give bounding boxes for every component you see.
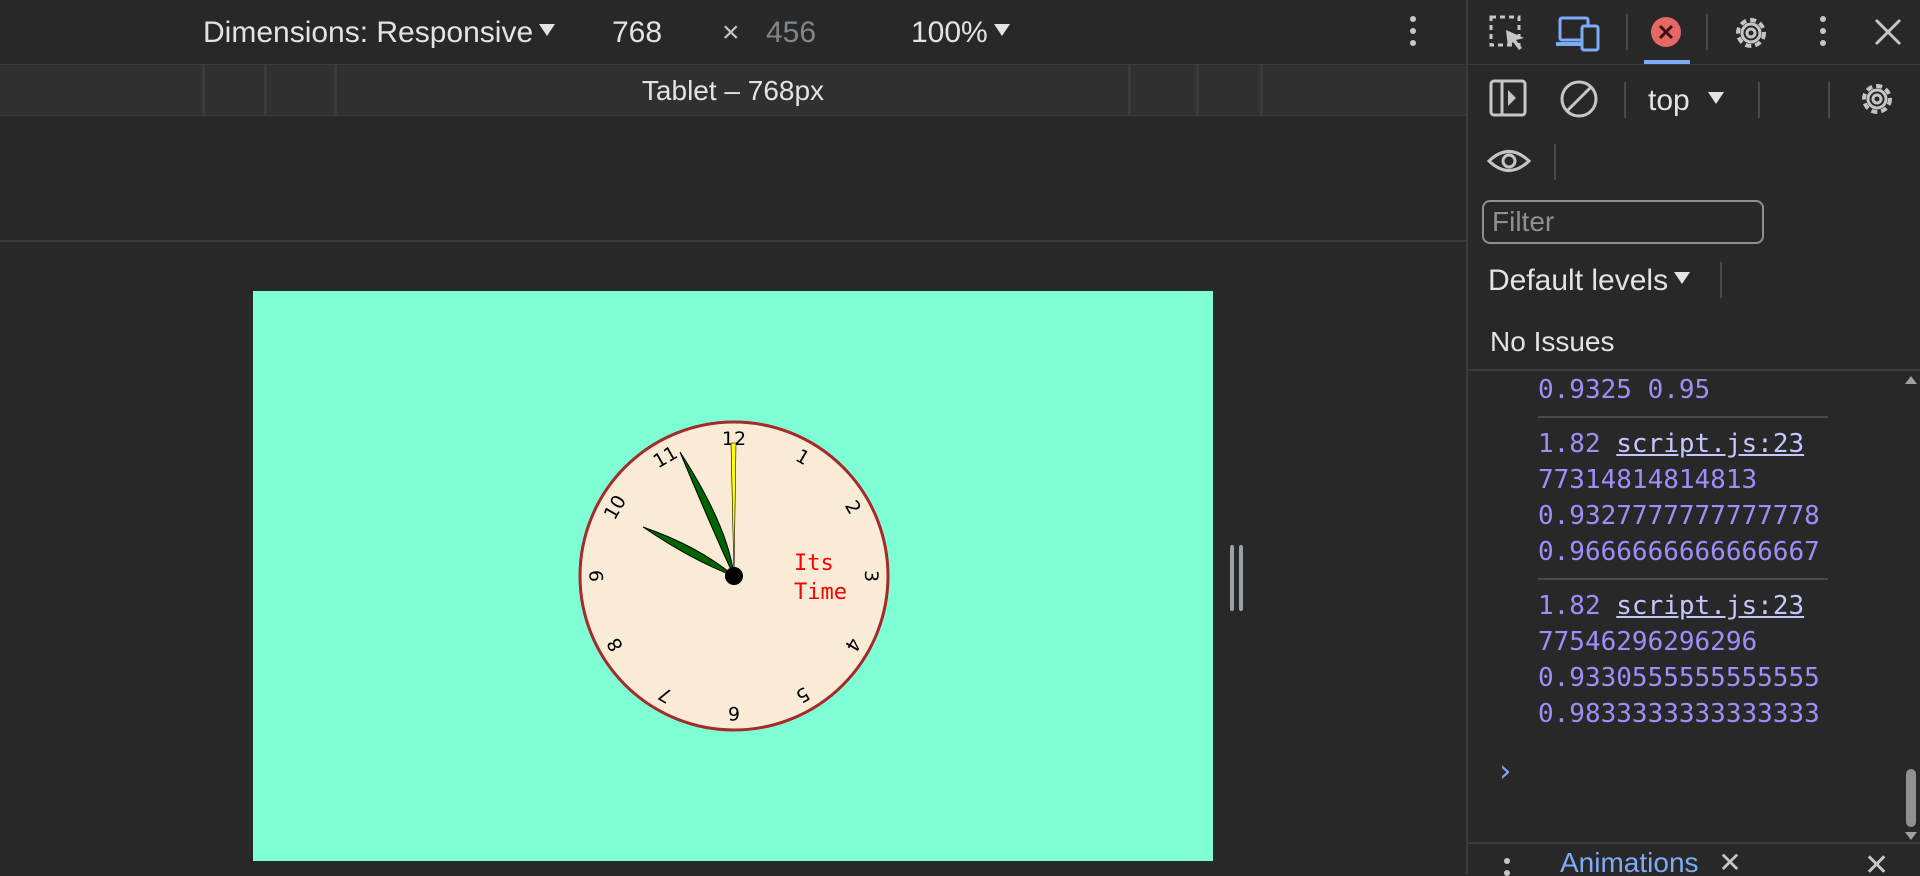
issues-counter[interactable]: No Issues (1490, 326, 1615, 358)
log-levels-dropdown[interactable]: Default levels (1488, 264, 1691, 298)
clock-number-3: 3 (860, 570, 882, 582)
sidebar-toggle-icon[interactable] (1488, 78, 1528, 118)
errors-badge-icon[interactable] (1648, 14, 1688, 54)
devtools-toolbar (1468, 0, 1920, 65)
zoom-label: 100% (911, 16, 988, 49)
dimensions-label: Dimensions: Responsive (203, 16, 534, 49)
drawer-tab-animations[interactable]: Animations ✕ (1560, 846, 1742, 876)
clock-canvas: 121234567891011 Its Time (578, 420, 890, 732)
media-query-bar[interactable]: Tablet – 768px (0, 65, 1466, 116)
scroll-thumb[interactable] (1906, 769, 1916, 827)
dropdown-arrow-icon (1707, 92, 1724, 105)
ruler-band (0, 116, 1466, 242)
device-emulator-area: Dimensions: Responsive 768 × 456 100% Ta… (0, 0, 1466, 874)
console-log: 0.9325 0.95 1.82 script.js:23 7731481481… (1538, 372, 1898, 732)
dropdown-arrow-icon (993, 24, 1010, 37)
drawer-tab-label: Animations (1560, 847, 1699, 876)
console-filter-input[interactable] (1482, 200, 1764, 244)
close-drawer-icon[interactable]: ✕ (1864, 848, 1889, 876)
clock-text-time: Time (794, 580, 847, 605)
console-scrollbar[interactable] (1902, 374, 1920, 842)
zoom-dropdown[interactable]: 100% (911, 16, 1010, 50)
log-value: 1.82 (1538, 429, 1601, 459)
dimensions-dropdown[interactable]: Dimensions: Responsive (203, 16, 556, 50)
media-query-label: Tablet – 768px (641, 75, 825, 106)
log-line: 77546296296296 (1538, 627, 1758, 657)
log-entry: 1.82 script.js:23 (1538, 588, 1898, 624)
width-input[interactable]: 768 (612, 16, 662, 50)
page-viewport[interactable]: 12 1 2 3 4 5 6 7 8 9 10 11 Its Time (253, 291, 1213, 861)
scroll-down-arrow-icon[interactable] (1905, 832, 1917, 840)
live-expression-eye-icon[interactable] (1486, 146, 1532, 176)
device-toolbar: Dimensions: Responsive 768 × 456 100% (0, 0, 1466, 65)
source-link[interactable]: script.js:23 (1616, 591, 1804, 621)
log-line: 0.9330555555555555 (1538, 663, 1820, 693)
scroll-up-arrow-icon[interactable] (1905, 376, 1917, 384)
inspect-element-icon[interactable] (1488, 14, 1528, 52)
log-entry: 1.82 script.js:23 (1538, 426, 1898, 462)
levels-label: Default levels (1488, 264, 1669, 297)
dropdown-arrow-icon (1674, 272, 1691, 285)
console-settings-icon[interactable] (1856, 78, 1898, 120)
clock-number-9: 9 (586, 570, 608, 582)
log-line: 0.9325 0.95 (1538, 375, 1711, 405)
close-tab-icon[interactable]: ✕ (1718, 847, 1741, 876)
more-options-icon[interactable] (1410, 16, 1416, 52)
devtools-panel: top Default levels No Issues 0.9325 0.95… (1466, 0, 1920, 876)
context-selector[interactable]: top (1648, 84, 1724, 118)
log-line: 0.9327777777777778 (1538, 501, 1820, 531)
drawer-more-icon[interactable] (1504, 858, 1510, 876)
console-prompt[interactable]: › (1496, 754, 1514, 789)
log-value: 1.82 (1538, 591, 1601, 621)
clock-number-6: 6 (728, 702, 740, 724)
dropdown-arrow-icon (539, 24, 556, 37)
times-icon: × (722, 16, 740, 49)
active-tab-indicator (1644, 60, 1690, 64)
source-link[interactable]: script.js:23 (1616, 429, 1804, 459)
log-line: 0.9833333333333333 (1538, 699, 1820, 729)
settings-gear-icon[interactable] (1730, 12, 1772, 54)
drawer-bar: Animations ✕ ✕ (1468, 842, 1920, 876)
close-devtools-icon[interactable] (1872, 16, 1904, 48)
context-label: top (1648, 84, 1690, 117)
clock-center-pin (725, 567, 743, 585)
log-line: 0.9666666666666667 (1538, 537, 1820, 567)
clock-text-its: Its (794, 551, 834, 576)
device-toolbar-icon[interactable] (1556, 14, 1600, 52)
clear-console-icon[interactable] (1558, 78, 1600, 120)
log-line: 77314814814813 (1538, 465, 1758, 495)
devtools-more-icon[interactable] (1820, 16, 1826, 52)
viewport-resize-handle[interactable] (1230, 545, 1244, 611)
height-input[interactable]: 456 (766, 16, 816, 50)
